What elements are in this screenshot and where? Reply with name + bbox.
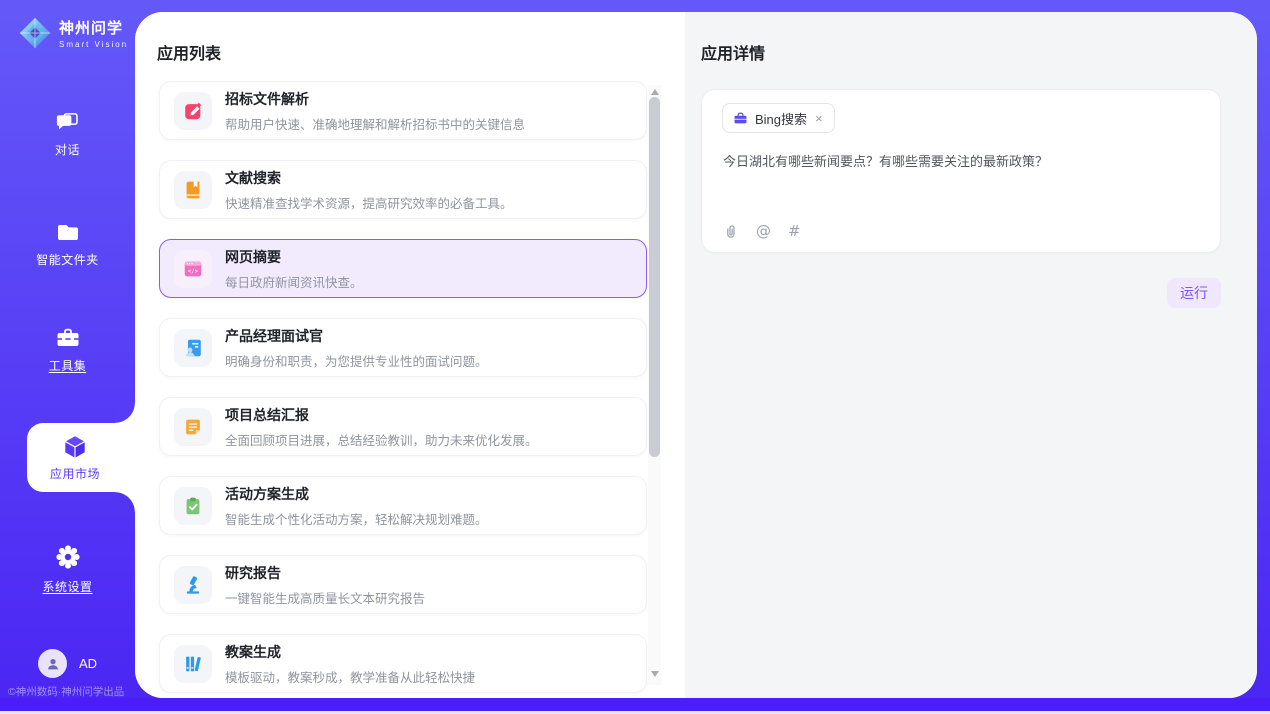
attachment-toolbar: @ # [722,222,801,240]
app-window: 神州问学 Smart Vision 对话 智能文件夹 [0,0,1270,714]
app-card-title: 研究报告 [225,563,425,583]
brand-name: 神州问学 [59,17,128,38]
sidebar-item-toolset[interactable]: 工具集 [0,326,135,374]
app-list-panel: 应用列表 招标文件解析 帮助用户快速、准确地理解和解析招标书中的关键信息 [135,12,685,698]
app-card-desc: 智能生成个性化活动方案，轻松解决规划难题。 [225,509,488,528]
app-card-desc: 帮助用户快速、准确地理解和解析招标书中的关键信息 [225,114,525,133]
microscope-icon [174,566,212,604]
app-card-bid-analysis[interactable]: 招标文件解析 帮助用户快速、准确地理解和解析招标书中的关键信息 [159,81,647,140]
user-account[interactable]: AD [38,649,97,678]
scrollbar-thumb[interactable] [649,97,660,457]
app-card-event-plan[interactable]: 活动方案生成 智能生成个性化活动方案，轻松解决规划难题。 [159,476,647,535]
prompt-input-card[interactable]: Bing搜索 × 今日湖北有哪些新闻要点？有哪些需要关注的最新政策？ @ # [701,89,1221,253]
avatar-icon [38,649,67,678]
books-icon [174,645,212,683]
browser-code-icon: </> [174,250,212,288]
app-list-title: 应用列表 [157,40,685,64]
sidebar-item-label: 工具集 [49,357,87,374]
bottom-frame-bar [0,698,1270,711]
brand-logo: 神州问学 Smart Vision [18,16,128,50]
app-card-desc: 一键智能生成高质量长文本研究报告 [225,588,425,607]
run-button[interactable]: 运行 [1167,278,1221,308]
tool-tag-bing-search[interactable]: Bing搜索 × [722,103,835,133]
resume-person-icon [174,329,212,367]
bubble-fillet-bottom [115,492,135,512]
app-card-pm-interviewer[interactable]: 产品经理面试官 明确身份和职责，为您提供专业性的面试问题。 [159,318,647,377]
mention-icon[interactable]: @ [756,222,771,240]
user-name: AD [79,656,97,671]
app-detail-panel: 应用详情 Bing搜索 × 今日湖北有哪些新闻要点？有哪些需要关注的最新政策？ [685,12,1257,698]
app-card-research-report[interactable]: 研究报告 一键智能生成高质量长文本研究报告 [159,555,647,614]
sidebar-item-label: 系统设置 [42,578,92,595]
sidebar-item-label: 智能文件夹 [36,251,99,268]
sidebar-item-chat[interactable]: 对话 [0,110,135,158]
app-card-title: 招标文件解析 [225,89,525,109]
brand-text: 神州问学 Smart Vision [59,17,128,49]
app-card-title: 活动方案生成 [225,484,488,504]
book-icon [174,171,212,209]
folder-icon [54,220,82,244]
bubble-fillet-top [115,403,135,423]
app-card-project-summary[interactable]: 项目总结汇报 全面回顾项目进展，总结经验教训，助力未来优化发展。 [159,397,647,456]
sidebar: 神州问学 Smart Vision 对话 智能文件夹 [0,0,135,714]
diamond-logo-icon [18,16,52,50]
app-detail-title: 应用详情 [701,40,1222,64]
app-card-desc: 全面回顾项目进展，总结经验教训，助力未来优化发展。 [225,430,538,449]
scroll-down-arrow-icon[interactable] [651,671,659,677]
briefcase-icon [733,111,748,126]
sidebar-item-label: 应用市场 [50,465,100,482]
paperclip-icon[interactable] [722,222,739,240]
content-panel: 应用列表 招标文件解析 帮助用户快速、准确地理解和解析招标书中的关键信息 [135,12,1257,698]
copyright-footer: ©神州数码·神州问学出品 [8,684,124,699]
sidebar-item-label: 对话 [55,141,80,158]
toolbox-icon [54,326,82,350]
pen-edit-icon [174,92,212,130]
app-card-title: 文献搜索 [225,168,513,188]
sidebar-item-settings[interactable]: 系统设置 [0,543,135,595]
gear-icon [54,543,82,571]
app-card-desc: 模板驱动，教案秒成，教学准备从此轻松快捷 [225,667,475,686]
prompt-text[interactable]: 今日湖北有哪些新闻要点？有哪些需要关注的最新政策？ [723,152,1200,172]
app-card-desc: 每日政府新闻资讯快查。 [225,272,363,291]
brand-subtitle: Smart Vision [59,40,128,49]
clipboard-check-icon [174,487,212,525]
app-card-title: 网页摘要 [225,247,363,267]
scroll-up-arrow-icon[interactable] [651,89,659,95]
tool-tag-label: Bing搜索 [755,109,807,128]
app-card-literature-search[interactable]: 文献搜索 快速精准查找学术资源，提高研究效率的必备工具。 [159,160,647,219]
app-card-title: 产品经理面试官 [225,326,488,346]
app-list: 招标文件解析 帮助用户快速、准确地理解和解析招标书中的关键信息 文献搜索 [157,81,685,693]
app-card-lesson-plan[interactable]: 教案生成 模板驱动，教案秒成，教学准备从此轻松快捷 [159,634,647,693]
hash-icon[interactable]: # [788,222,801,240]
sidebar-item-app-market[interactable]: 应用市场 [27,423,135,492]
cube-icon [61,433,89,461]
app-card-desc: 明确身份和职责，为您提供专业性的面试问题。 [225,351,488,370]
note-icon [174,408,212,446]
chat-icon [54,110,81,134]
sidebar-item-smart-folder[interactable]: 智能文件夹 [0,220,135,268]
list-scrollbar[interactable] [648,85,661,685]
svg-text:</>: </> [188,269,199,275]
app-card-desc: 快速精准查找学术资源，提高研究效率的必备工具。 [225,193,513,212]
app-card-title: 项目总结汇报 [225,405,538,425]
close-icon[interactable]: × [814,112,824,125]
app-card-web-summary[interactable]: </> 网页摘要 每日政府新闻资讯快查。 [159,239,647,298]
app-card-title: 教案生成 [225,642,475,662]
